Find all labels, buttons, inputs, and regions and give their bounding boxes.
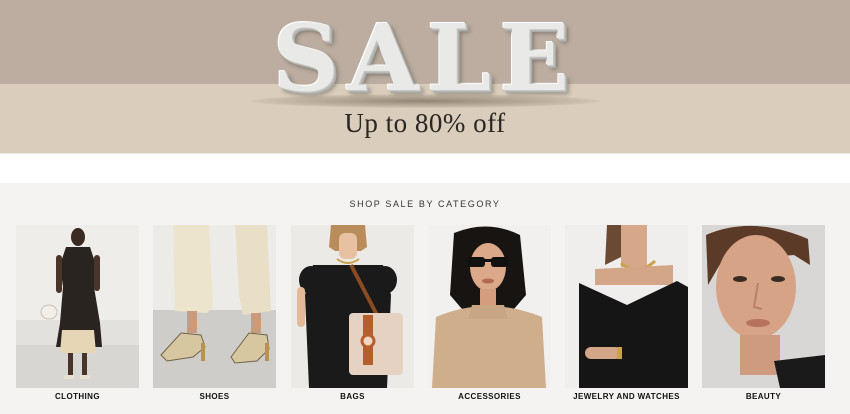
category-image-shoes[interactable]: [153, 225, 276, 388]
category-image-accessories[interactable]: [428, 225, 551, 388]
category-tile-beauty[interactable]: BEAUTY: [702, 225, 825, 405]
category-label-jewelry-and-watches[interactable]: JEWELRY AND WATCHES: [559, 392, 694, 401]
category-tiles: CLOTHING SHOES BAGS ACCESSORIES JEWELRY …: [16, 225, 828, 405]
category-image-clothing[interactable]: [16, 225, 139, 388]
category-tile-clothing[interactable]: CLOTHING: [16, 225, 139, 405]
category-image-jewelry-and-watches[interactable]: [565, 225, 688, 388]
category-label-accessories[interactable]: ACCESSORIES: [422, 392, 557, 401]
category-tile-jewelry-and-watches[interactable]: JEWELRY AND WATCHES: [565, 225, 688, 405]
shop-by-category-section: SHOP SALE BY CATEGORY CLOTHING SHOES BAG…: [0, 183, 850, 414]
category-tile-shoes[interactable]: SHOES: [153, 225, 276, 405]
sale-headline-wrap: SALE: [240, 8, 610, 108]
category-image-bags[interactable]: [291, 225, 414, 388]
section-title: SHOP SALE BY CATEGORY: [349, 199, 501, 209]
category-tile-bags[interactable]: BAGS: [291, 225, 414, 405]
category-image-beauty[interactable]: [702, 225, 825, 388]
category-tile-accessories[interactable]: ACCESSORIES: [428, 225, 551, 405]
sale-banner[interactable]: SALE Up to 80% off: [0, 0, 850, 153]
category-label-clothing[interactable]: CLOTHING: [10, 392, 145, 401]
spacer-strip: [0, 153, 850, 183]
category-label-bags[interactable]: BAGS: [285, 392, 420, 401]
category-label-beauty[interactable]: BEAUTY: [696, 392, 831, 401]
sale-subheadline: Up to 80% off: [344, 108, 506, 138]
sale-headline: SALE: [272, 4, 578, 112]
category-label-shoes[interactable]: SHOES: [147, 392, 282, 401]
